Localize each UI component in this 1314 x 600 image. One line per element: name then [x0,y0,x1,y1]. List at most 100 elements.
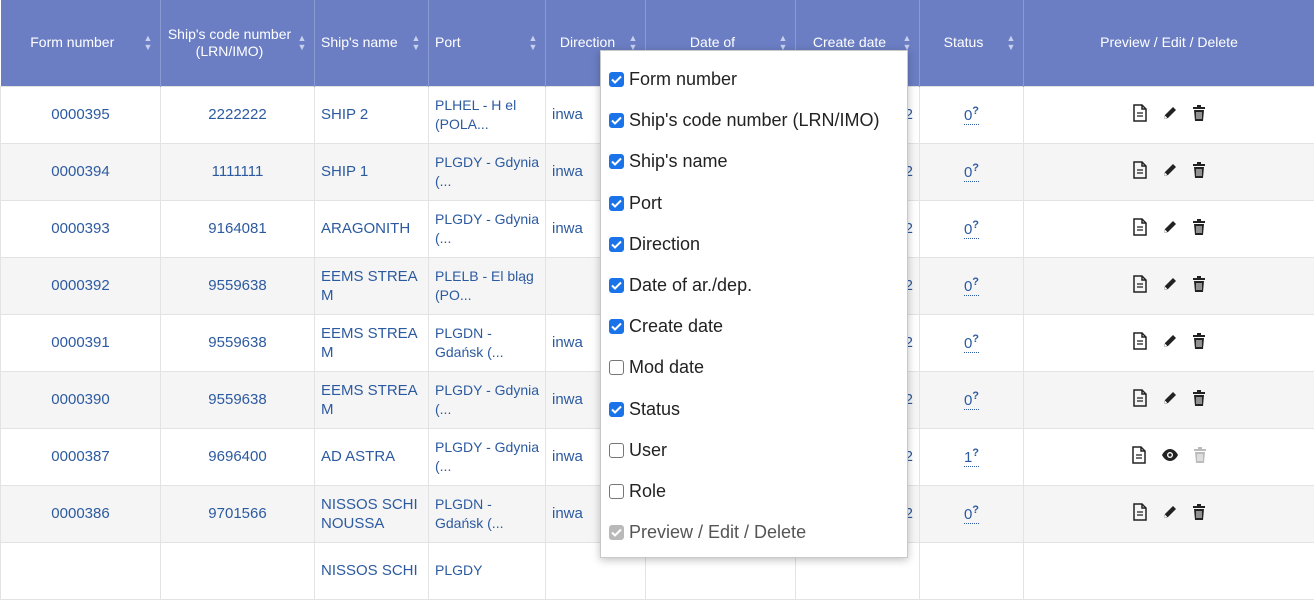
status-cell[interactable]: 0? [920,200,1024,257]
edit-icon[interactable] [1162,276,1178,292]
status-cell[interactable]: 0? [920,143,1024,200]
form-number-cell[interactable] [1,542,161,599]
status-value[interactable]: 0? [964,335,979,353]
checkbox[interactable] [609,360,624,375]
ship-name-cell[interactable]: NISSOS SCHI [315,542,429,599]
port-cell[interactable]: PLGDY - Gdynia (... [429,143,546,200]
edit-icon[interactable] [1162,219,1178,235]
preview-icon[interactable] [1132,389,1148,407]
status-cell[interactable]: 0? [920,86,1024,143]
preview-icon[interactable] [1132,332,1148,350]
port-cell[interactable]: PLGDY [429,542,546,599]
checkbox[interactable] [609,113,624,128]
column-option[interactable]: Port [601,183,907,224]
column-option[interactable]: Date of ar./dep. [601,265,907,306]
ship-code-cell[interactable]: 9701566 [161,485,315,542]
ship-code-cell[interactable]: 9559638 [161,257,315,314]
status-cell[interactable]: 0? [920,257,1024,314]
view-icon[interactable] [1161,448,1179,462]
checkbox[interactable] [609,443,624,458]
ship-code-cell[interactable]: 1111111 [161,143,315,200]
column-option[interactable]: Ship's name [601,141,907,182]
column-option[interactable]: Form number [601,59,907,100]
ship-name-cell[interactable]: AD ASTRA [315,428,429,485]
edit-icon[interactable] [1162,333,1178,349]
column-header-form-number[interactable]: Form number▲▼ [1,0,161,86]
delete-icon[interactable] [1192,504,1206,520]
delete-icon[interactable] [1192,105,1206,121]
port-cell[interactable]: PLGDN - Gdańsk (... [429,314,546,371]
status-value[interactable]: 0? [964,278,979,296]
edit-icon[interactable] [1162,504,1178,520]
checkbox[interactable] [609,402,624,417]
checkbox[interactable] [609,484,624,499]
form-number-cell[interactable]: 0000393 [1,200,161,257]
checkbox[interactable] [609,278,624,293]
port-cell[interactable]: PLGDY - Gdynia (... [429,428,546,485]
ship-name-cell[interactable]: EEMS STREA M [315,314,429,371]
status-value[interactable]: 0? [964,164,979,182]
status-cell[interactable]: 1? [920,428,1024,485]
port-cell[interactable]: PLGDY - Gdynia (... [429,371,546,428]
ship-name-cell[interactable]: ARAGONITH [315,200,429,257]
sort-icon[interactable]: ▲▼ [527,33,539,53]
ship-name-cell[interactable]: SHIP 2 [315,86,429,143]
form-number-cell[interactable]: 0000387 [1,428,161,485]
form-number-cell[interactable]: 0000391 [1,314,161,371]
form-number-cell[interactable]: 0000390 [1,371,161,428]
delete-icon[interactable] [1192,162,1206,178]
status-value[interactable]: 0? [964,221,979,239]
ship-name-cell[interactable]: NISSOS SCHI NOUSSA [315,485,429,542]
sort-icon[interactable]: ▲▼ [1005,33,1017,53]
delete-icon[interactable] [1192,276,1206,292]
port-cell[interactable]: PLGDN - Gdańsk (... [429,485,546,542]
port-cell[interactable]: PLHEL - H el (POLA... [429,86,546,143]
sort-icon[interactable]: ▲▼ [142,33,154,53]
column-option[interactable]: User [601,430,907,471]
ship-code-cell[interactable]: 9696400 [161,428,315,485]
delete-icon[interactable] [1192,390,1206,406]
column-header-ship-name[interactable]: Ship's name▲▼ [315,0,429,86]
edit-icon[interactable] [1162,162,1178,178]
column-option[interactable]: Direction [601,224,907,265]
column-option[interactable]: Mod date [601,347,907,388]
port-cell[interactable]: PLGDY - Gdynia (... [429,200,546,257]
form-number-cell[interactable]: 0000386 [1,485,161,542]
preview-icon[interactable] [1132,275,1148,293]
edit-icon[interactable] [1162,105,1178,121]
column-option[interactable]: Ship's code number (LRN/IMO) [601,100,907,141]
status-cell[interactable]: 0? [920,485,1024,542]
checkbox[interactable] [609,196,624,211]
preview-icon[interactable] [1132,104,1148,122]
sort-icon[interactable]: ▲▼ [410,33,422,53]
checkbox[interactable] [609,319,624,334]
preview-icon[interactable] [1132,161,1148,179]
delete-icon[interactable] [1192,219,1206,235]
ship-code-cell[interactable]: 9559638 [161,314,315,371]
form-number-cell[interactable]: 0000395 [1,86,161,143]
column-header-status[interactable]: Status▲▼ [920,0,1024,86]
form-number-cell[interactable]: 0000394 [1,143,161,200]
column-header-ship-code[interactable]: Ship's code number (LRN/IMO)▲▼ [161,0,315,86]
status-value[interactable]: 0? [964,392,979,410]
column-header-port[interactable]: Port▲▼ [429,0,546,86]
ship-name-cell[interactable]: SHIP 1 [315,143,429,200]
status-value[interactable]: 1? [964,449,979,467]
checkbox[interactable] [609,72,624,87]
ship-code-cell[interactable]: 9164081 [161,200,315,257]
preview-icon[interactable] [1132,503,1148,521]
port-cell[interactable]: PLELB - El bląg (PO... [429,257,546,314]
sort-icon[interactable]: ▲▼ [296,33,308,53]
status-value[interactable]: 0? [964,107,979,125]
status-cell[interactable] [920,542,1024,599]
checkbox[interactable] [609,154,624,169]
column-option[interactable]: Role [601,471,907,512]
form-number-cell[interactable]: 0000392 [1,257,161,314]
edit-icon[interactable] [1162,390,1178,406]
column-option[interactable]: Create date [601,306,907,347]
ship-name-cell[interactable]: EEMS STREA M [315,371,429,428]
checkbox[interactable] [609,237,624,252]
preview-icon[interactable] [1131,446,1147,464]
ship-code-cell[interactable]: 9559638 [161,371,315,428]
ship-code-cell[interactable] [161,542,315,599]
